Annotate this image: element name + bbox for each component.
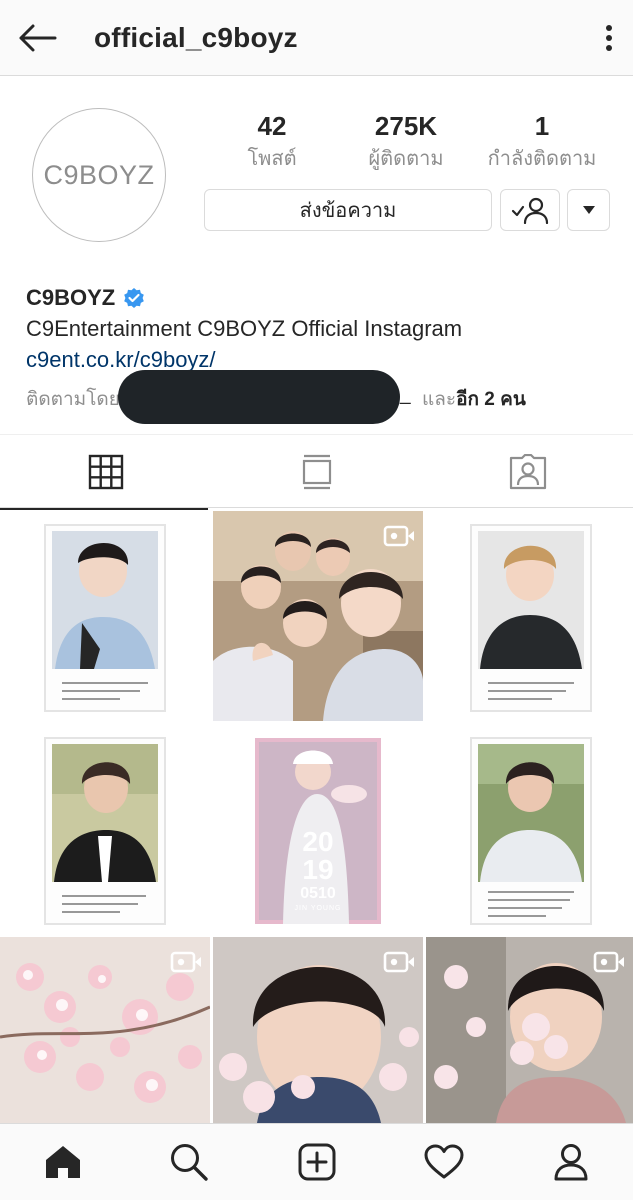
followed-by-others: อีก 2 คน [456, 389, 526, 410]
birthday-name: JIN YOUNG [294, 905, 342, 912]
redacted-usernames [118, 370, 400, 424]
video-icon [383, 951, 414, 973]
suggestions-dropdown-button[interactable] [567, 189, 610, 231]
profile-username: official_c9boyz [94, 22, 298, 53]
user-check-icon [511, 197, 549, 224]
post-tile[interactable]: 20 19 0510 JIN YOUNG [213, 724, 423, 934]
message-button[interactable]: ส่งข้อความ [204, 189, 492, 231]
following-button[interactable] [500, 189, 560, 231]
add-post-icon [298, 1143, 336, 1181]
tab-tagged[interactable] [422, 435, 633, 509]
home-icon [46, 1146, 80, 1178]
nav-search[interactable] [163, 1136, 215, 1188]
post-tile[interactable] [0, 511, 210, 721]
post-tile[interactable] [213, 937, 423, 1123]
display-name: C9BOYZ [26, 285, 116, 310]
posts-label: โพสต์ [247, 148, 297, 170]
caret-down-icon [582, 206, 595, 214]
tab-feed[interactable] [211, 435, 422, 509]
birthday-card-text: 20 19 0510 JIN YOUNG [213, 826, 423, 913]
following-stat[interactable]: 1 กำลังติดตาม [477, 110, 607, 172]
video-icon [593, 951, 624, 973]
post-tile[interactable] [213, 511, 423, 721]
video-icon [383, 525, 414, 547]
nav-home[interactable] [37, 1136, 89, 1188]
followed-by[interactable]: ติดตามโดย _ และอีก 2 คน [26, 370, 626, 424]
video-icon [170, 951, 201, 973]
following-count: 1 [534, 111, 550, 141]
post-image-polaroid [0, 724, 210, 934]
post-tile[interactable] [426, 724, 633, 934]
post-tile[interactable] [0, 724, 210, 934]
verified-badge-icon [124, 288, 145, 308]
followed-by-prefix: ติดตามโดย [26, 389, 120, 410]
post-image-polaroid [426, 511, 633, 721]
arrow-left-icon [19, 24, 57, 52]
following-label: กำลังติดตาม [487, 148, 597, 170]
search-icon [171, 1144, 208, 1181]
display-name-row: C9BOYZ [26, 285, 145, 311]
nav-activity[interactable] [418, 1136, 470, 1188]
followers-stat[interactable]: 275K ผู้ติดตาม [341, 110, 471, 172]
profile-icon [554, 1144, 588, 1181]
bottom-navigation [0, 1123, 633, 1200]
more-vertical-icon [606, 25, 612, 51]
profile-tabs [0, 434, 633, 510]
followed-by-suffix: และอีก 2 คน [422, 384, 526, 414]
followed-by-underscore: _ [400, 384, 411, 405]
followed-by-and: และ [422, 389, 457, 410]
avatar[interactable]: C9BOYZ [32, 108, 166, 242]
post-image-polaroid [0, 511, 210, 721]
avatar-logo-text: C9BOYZ [43, 159, 155, 190]
posts-stat[interactable]: 42 โพสต์ [207, 110, 337, 172]
back-button[interactable] [14, 18, 60, 58]
more-options-button[interactable] [597, 20, 621, 56]
nav-profile[interactable] [545, 1136, 597, 1188]
tagged-user-icon [509, 454, 546, 490]
post-image-polaroid [426, 724, 633, 934]
nav-new-post[interactable] [291, 1136, 343, 1188]
birthday-year-bottom: 19 [302, 854, 334, 885]
tab-grid[interactable] [0, 435, 211, 510]
post-tile[interactable] [426, 511, 633, 721]
followers-count: 275K [374, 111, 438, 141]
feed-icon [302, 454, 331, 490]
bio-text: C9Entertainment C9BOYZ Official Instagra… [26, 316, 463, 341]
grid-icon [88, 454, 123, 490]
followers-label: ผู้ติดตาม [368, 148, 444, 170]
heart-icon [424, 1144, 464, 1179]
posts-count: 42 [257, 111, 287, 141]
birthday-year-top: 20 [302, 826, 334, 857]
post-tile[interactable] [426, 937, 633, 1123]
birthday-date: 0510 [300, 885, 336, 902]
post-tile[interactable] [0, 937, 210, 1147]
posts-grid: 20 19 0510 JIN YOUNG [0, 511, 633, 1123]
top-bar: official_c9boyz [0, 0, 633, 76]
